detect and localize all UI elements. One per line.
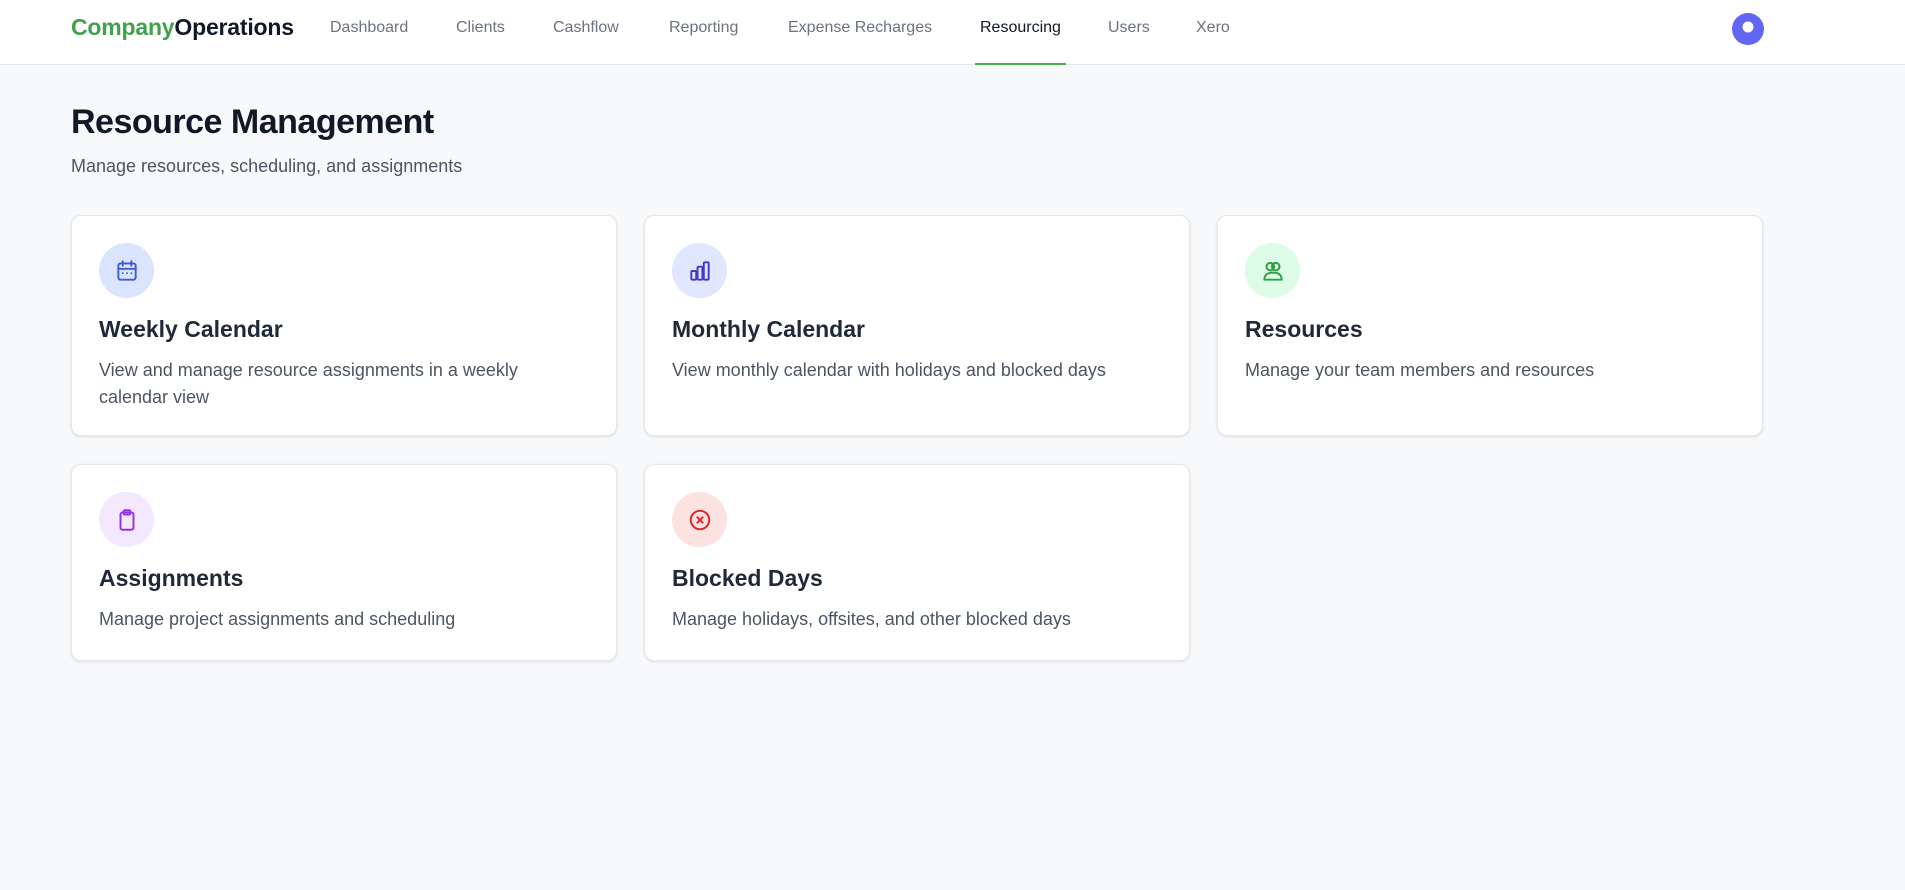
card-title: Blocked Days	[672, 565, 823, 591]
card-icon-bg	[1245, 243, 1300, 298]
card-assignments[interactable]: Assignments Manage project assignments a…	[71, 464, 617, 661]
card-icon-bg	[99, 492, 154, 547]
card-icon-bg	[99, 243, 154, 298]
card-monthly-calendar[interactable]: Monthly Calendar View monthly calendar w…	[644, 215, 1190, 436]
nav-item-dashboard[interactable]: Dashboard	[330, 0, 408, 65]
card-title: Assignments	[99, 565, 244, 591]
bar-chart-icon	[689, 260, 710, 281]
card-title: Weekly Calendar	[99, 316, 283, 342]
nav-item-users[interactable]: Users	[1108, 0, 1150, 65]
card-description: View monthly calendar with holidays and …	[672, 360, 1106, 380]
card-description: Manage holidays, offsites, and other blo…	[672, 609, 1071, 629]
card-weekly-calendar[interactable]: Weekly Calendar View and manage resource…	[71, 215, 617, 436]
users-icon	[1262, 261, 1283, 281]
card-title: Monthly Calendar	[672, 316, 865, 342]
card-description: Manage your team members and resources	[1245, 360, 1595, 380]
card-description: View and manage resource assignments in …	[99, 360, 518, 407]
card-resources[interactable]: Resources Manage your team members and r…	[1217, 215, 1763, 436]
nav-item-xero[interactable]: Xero	[1196, 0, 1230, 65]
clipboard-icon	[119, 508, 134, 531]
user-avatar[interactable]	[1732, 13, 1764, 45]
card-title: Resources	[1245, 316, 1363, 342]
brand-part-operations: Operations	[174, 14, 294, 40]
brand-logo[interactable]: CompanyOperations	[71, 14, 294, 41]
card-description: Manage project assignments and schedulin…	[99, 609, 456, 629]
card-icon-bg	[672, 492, 727, 547]
brand-part-company: Company	[71, 14, 175, 40]
nav-item-reporting[interactable]: Reporting	[669, 0, 738, 65]
nav-item-expense-recharges[interactable]: Expense Recharges	[788, 0, 932, 65]
page-title: Resource Management	[71, 103, 434, 141]
top-navbar: CompanyOperations Dashboard Clients Cash…	[0, 0, 1905, 65]
nav-item-clients[interactable]: Clients	[456, 0, 505, 65]
card-blocked-days[interactable]: Blocked Days Manage holidays, offsites, …	[644, 464, 1190, 661]
card-icon-bg	[672, 243, 727, 298]
calendar-icon	[116, 259, 137, 281]
nav-item-cashflow[interactable]: Cashflow	[553, 0, 619, 65]
page-subtitle: Manage resources, scheduling, and assign…	[71, 156, 463, 176]
x-circle-icon	[689, 509, 710, 530]
user-icon	[1738, 21, 1758, 40]
nav-item-resourcing[interactable]: Resourcing	[975, 0, 1066, 65]
